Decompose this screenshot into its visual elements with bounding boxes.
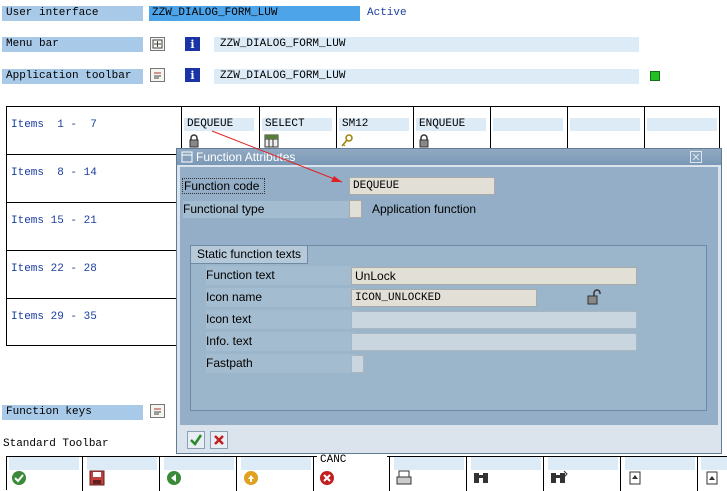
toolbar-code-field[interactable]: CANC [317, 454, 387, 467]
menu-bar-field[interactable]: ZZW_DIALOG_FORM_LUW [214, 37, 639, 52]
toolbar-code-field[interactable] [87, 457, 157, 470]
dialog-title: Function Attributes [196, 150, 296, 164]
expand-icon[interactable] [150, 37, 165, 51]
grid-row-3 [7, 203, 182, 251]
cancel-icon [214, 435, 224, 445]
info-text-field[interactable] [351, 333, 637, 351]
icon-text-field[interactable] [351, 311, 637, 329]
icon-text-label: Icon text [206, 310, 356, 329]
unlocked-icon [585, 289, 601, 309]
grid-row-4 [7, 251, 182, 299]
status-indicator [650, 71, 660, 81]
item-code-field[interactable] [570, 118, 640, 131]
find-next-icon[interactable] [550, 470, 568, 490]
toolbar-code-field[interactable] [394, 457, 464, 470]
toolbar-code-field[interactable] [9, 457, 79, 470]
confirm-button[interactable] [187, 431, 205, 449]
functional-type-value: Application function [372, 202, 477, 216]
functional-type-label: Functional type [183, 201, 353, 218]
save-icon[interactable] [89, 470, 105, 490]
function-text-field[interactable]: UnLock [351, 267, 637, 285]
prev-page-icon[interactable] [704, 470, 720, 490]
toolbar-divider [620, 457, 621, 491]
standard-toolbar-label: Standard Toolbar [3, 438, 109, 450]
application-toolbar-label: Application toolbar [2, 69, 143, 84]
items-row-label: Items 15 - 21 [11, 215, 97, 227]
static-function-texts-group: Static function texts Function text UnLo… [190, 245, 707, 411]
toolbar-divider [697, 457, 698, 491]
find-icon[interactable] [473, 470, 489, 490]
first-page-icon[interactable] [627, 470, 643, 490]
item-code-field[interactable] [647, 118, 717, 131]
toolbar-divider [543, 457, 544, 491]
toolbar-divider [82, 457, 83, 491]
dialog-body: Function code DEQUEUE Functional type Ap… [180, 167, 718, 425]
icon-name-field[interactable]: ICON_UNLOCKED [351, 289, 537, 307]
toolbar-code-field[interactable] [241, 457, 311, 470]
item-code-field[interactable] [493, 118, 563, 131]
info-icon[interactable]: i [185, 37, 200, 51]
fastpath-label: Fastpath [206, 354, 356, 373]
notepad-icon[interactable] [150, 404, 165, 418]
toolbar-divider [159, 457, 160, 491]
items-row-label: Items 8 - 14 [11, 167, 97, 179]
check-icon[interactable] [11, 470, 27, 490]
notepad-icon[interactable] [150, 68, 165, 82]
grid-row-2 [7, 155, 182, 203]
function-code-label: Function code [182, 178, 265, 194]
function-code-field[interactable]: DEQUEUE [349, 177, 495, 195]
info-text-label: Info. text [206, 332, 356, 351]
back-icon[interactable] [166, 470, 182, 490]
check-icon [190, 434, 203, 446]
dialog-title-bar[interactable]: Function Attributes [177, 149, 721, 165]
icon-name-label: Icon name [206, 288, 356, 307]
toolbar-code-field[interactable] [471, 457, 541, 470]
user-interface-label: User interface [2, 6, 143, 21]
function-attributes-dialog: Function Attributes Function code DEQUEU… [176, 148, 722, 454]
toolbar-code-field[interactable] [701, 457, 727, 470]
function-text-label: Function text [206, 266, 356, 285]
toolbar-divider [236, 457, 237, 491]
user-interface-field[interactable]: ZZW_DIALOG_FORM_LUW [149, 6, 360, 21]
menu-bar-label: Menu bar [2, 37, 143, 52]
item-code-field[interactable]: DEQUEUE [184, 118, 254, 131]
item-code-field[interactable]: SELECT [262, 118, 332, 131]
functional-type-field[interactable] [349, 200, 362, 218]
function-keys-label: Function keys [2, 405, 143, 420]
application-toolbar-field[interactable]: ZZW_DIALOG_FORM_LUW [214, 69, 639, 84]
toolbar-code-field[interactable] [164, 457, 234, 470]
item-code-field[interactable]: SM12 [339, 118, 409, 131]
print-icon[interactable] [396, 470, 412, 490]
close-icon[interactable] [690, 151, 702, 167]
fastpath-field[interactable] [351, 355, 364, 373]
item-code-field[interactable]: ENQUEUE [416, 118, 486, 131]
toolbar-divider [389, 457, 390, 491]
items-row-label: Items 1 - 7 [11, 119, 97, 131]
toolbar-code-field[interactable] [548, 457, 618, 470]
standard-toolbar: CANC [6, 454, 727, 491]
cancel-icon[interactable] [319, 470, 335, 490]
toolbar-divider [466, 457, 467, 491]
grid-row-1 [7, 107, 182, 155]
items-row-label: Items 29 - 35 [11, 311, 97, 323]
cancel-button[interactable] [210, 431, 228, 449]
info-icon[interactable]: i [185, 68, 200, 82]
status-text: Active [367, 7, 407, 19]
exit-icon[interactable] [243, 470, 259, 490]
toolbar-code-field[interactable] [625, 457, 695, 470]
dialog-window-icon [181, 151, 193, 167]
items-row-label: Items 22 - 28 [11, 263, 97, 275]
group-title: Static function texts [191, 246, 309, 264]
toolbar-divider [313, 457, 314, 491]
